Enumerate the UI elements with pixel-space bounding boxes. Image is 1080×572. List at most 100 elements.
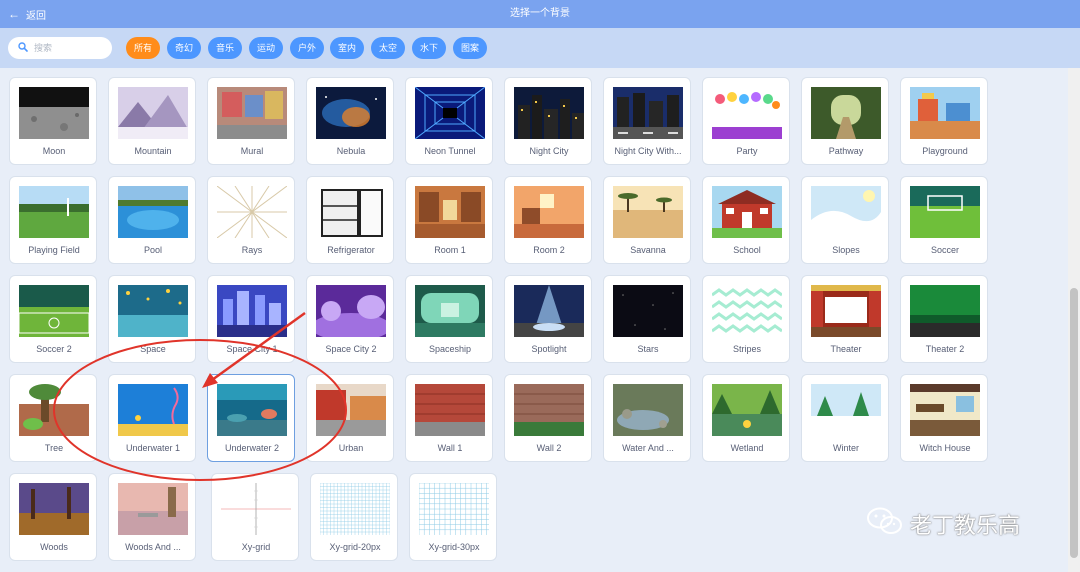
backdrop-label: Water And ... [622,443,674,453]
water-and-rocks-thumbnail [613,384,683,436]
backdrop-card-spotlight[interactable]: Spotlight [504,275,592,363]
stars-thumbnail [613,285,683,337]
backdrop-card-soccer[interactable]: Soccer [900,176,988,264]
backdrop-card-urban[interactable]: Urban [306,374,394,462]
backdrop-label: Soccer [930,245,959,255]
backdrop-card-theater-2[interactable]: Theater 2 [900,275,988,363]
backdrop-label: Woods And ... [125,542,181,552]
room2-thumbnail [514,186,584,238]
backdrop-grid: Moon Mountain Mural Nebula Neon Tunnel Night … [0,68,1068,572]
playing-field-thumbnail [19,186,89,238]
xy-grid-20px-thumbnail [320,483,390,535]
backdrop-label: Pathway [828,146,864,156]
night-city-street-thumbnail [613,87,683,139]
xy-grid-thumbnail [221,483,291,535]
top-bar: ← 返回 选择一个背景 [0,0,1080,28]
backdrop-label: Moon [42,146,66,156]
backdrop-card-neon-tunnel[interactable]: Neon Tunnel [405,77,493,165]
backdrop-label: Xy-grid [241,542,271,552]
tree-thumbnail [19,384,89,436]
scrollbar[interactable] [1068,68,1080,572]
backdrop-card-space-city-2[interactable]: Space City 2 [306,275,394,363]
filter-chip[interactable]: 奇幻 [167,37,201,59]
backdrop-card-wall-2[interactable]: Wall 2 [504,374,592,462]
backdrop-label: Pool [143,245,162,255]
backdrop-card-witch-house[interactable]: Witch House [900,374,988,462]
backdrop-card-savanna[interactable]: Savanna [603,176,691,264]
backdrop-card-xy-grid-30px[interactable]: Xy-grid-30px [409,473,497,561]
backdrop-label: Underwater 1 [125,443,181,453]
backdrop-label: Nebula [336,146,366,156]
backdrop-card-xy-grid[interactable]: Xy-grid [211,473,299,561]
backdrop-card-rays[interactable]: Rays [207,176,295,264]
search-box[interactable] [8,37,112,59]
filter-chip[interactable]: 所有 [126,37,160,59]
filter-chip[interactable]: 水下 [412,37,446,59]
backdrop-label: Theater [830,344,862,354]
scrollbar-thumb[interactable] [1070,288,1078,558]
backdrop-card-stars[interactable]: Stars [603,275,691,363]
backdrop-card-night-city[interactable]: Night City [504,77,592,165]
room1-thumbnail [415,186,485,238]
backdrop-card-party[interactable]: Party [702,77,790,165]
space-city2-thumbnail [316,285,386,337]
backdrop-card-moon[interactable]: Moon [9,77,97,165]
backdrop-card-wall-1[interactable]: Wall 1 [405,374,493,462]
backdrop-card-wetland[interactable]: Wetland [702,374,790,462]
backdrop-card-xy-grid-20px[interactable]: Xy-grid-20px [310,473,398,561]
filter-chip[interactable]: 太空 [371,37,405,59]
backdrop-card-room-1[interactable]: Room 1 [405,176,493,264]
xy-grid-30px-thumbnail [419,483,489,535]
backdrop-card-space-city-1[interactable]: Space City 1 [207,275,295,363]
filter-chip[interactable]: 图案 [453,37,487,59]
filter-chip[interactable]: 室内 [330,37,364,59]
backdrop-card-space[interactable]: Space [108,275,196,363]
backdrop-card-spaceship[interactable]: Spaceship [405,275,493,363]
backdrop-card-stripes[interactable]: Stripes [702,275,790,363]
backdrop-card-school[interactable]: School [702,176,790,264]
woods-and-bench-thumbnail [118,483,188,535]
stripes-thumbnail [712,285,782,337]
filter-chip[interactable]: 户外 [290,37,324,59]
backdrop-card-mural[interactable]: Mural [207,77,295,165]
backdrop-label: Space City 2 [325,344,377,354]
backdrop-card-playing-field[interactable]: Playing Field [9,176,97,264]
nebula-thumbnail [316,87,386,139]
backdrop-label: School [733,245,761,255]
wall2-thumbnail [514,384,584,436]
slopes-thumbnail [811,186,881,238]
school-thumbnail [712,186,782,238]
backdrop-card-woods[interactable]: Woods [9,473,97,561]
backdrop-card-room-2[interactable]: Room 2 [504,176,592,264]
backdrop-card-pool[interactable]: Pool [108,176,196,264]
backdrop-label: Refrigerator [327,245,375,255]
playground-thumbnail [910,87,980,139]
backdrop-card-night-city-with[interactable]: Night City With... [603,77,691,165]
backdrop-card-underwater-2[interactable]: Underwater 2 [207,374,295,462]
watermark-text: 老丁教乐高 [910,513,1021,538]
backdrop-card-playground[interactable]: Playground [900,77,988,165]
filter-chip[interactable]: 音乐 [208,37,242,59]
backdrop-card-underwater-1[interactable]: Underwater 1 [108,374,196,462]
backdrop-card-mountain[interactable]: Mountain [108,77,196,165]
backdrop-card-refrigerator[interactable]: Refrigerator [306,176,394,264]
backdrop-card-slopes[interactable]: Slopes [801,176,889,264]
backdrop-card-nebula[interactable]: Nebula [306,77,394,165]
page-title: 选择一个背景 [510,8,570,19]
backdrop-card-pathway[interactable]: Pathway [801,77,889,165]
backdrop-label: Urban [338,443,364,453]
filter-chip[interactable]: 运动 [249,37,283,59]
backdrop-card-water-and[interactable]: Water And ... [603,374,691,462]
backdrop-card-soccer-2[interactable]: Soccer 2 [9,275,97,363]
search-input[interactable] [34,43,94,53]
soccer2-thumbnail [19,285,89,337]
backdrop-card-woods-and[interactable]: Woods And ... [108,473,196,561]
mural-thumbnail [217,87,287,139]
witch-house-thumbnail [910,384,980,436]
soccer-thumbnail [910,186,980,238]
backdrop-card-tree[interactable]: Tree [9,374,97,462]
backdrop-label: Night City With... [614,146,682,156]
backdrop-card-theater[interactable]: Theater [801,275,889,363]
backdrop-label: Savanna [630,245,666,255]
backdrop-card-winter[interactable]: Winter [801,374,889,462]
